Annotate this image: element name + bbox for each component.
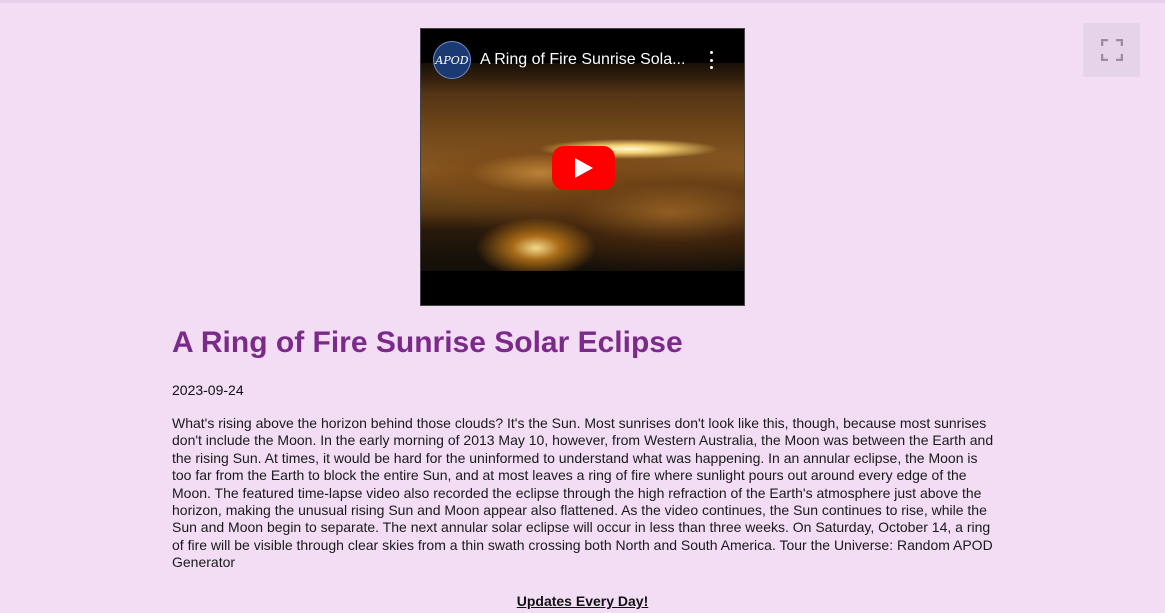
kebab-menu-icon[interactable] [704,49,718,71]
play-icon [574,158,593,178]
article-description: What's rising above the horizon behind t… [172,415,994,571]
post-date: 2023-09-24 [172,382,244,398]
video-embed[interactable]: APOD A Ring of Fire Sunrise Sola... [420,28,745,306]
apod-page: APOD A Ring of Fire Sunrise Sola... A Ri… [0,0,1165,613]
updates-link[interactable]: Updates Every Day! [0,593,1165,609]
fullscreen-icon [1100,39,1123,61]
page-title: A Ring of Fire Sunrise Solar Eclipse [172,326,683,359]
channel-avatar[interactable]: APOD [433,41,471,79]
fullscreen-button[interactable] [1083,23,1140,77]
top-divider [0,0,1165,3]
play-button[interactable] [552,146,615,190]
video-title[interactable]: A Ring of Fire Sunrise Sola... [480,51,695,69]
channel-avatar-label: APOD [435,53,469,67]
video-letterbox [421,271,744,305]
